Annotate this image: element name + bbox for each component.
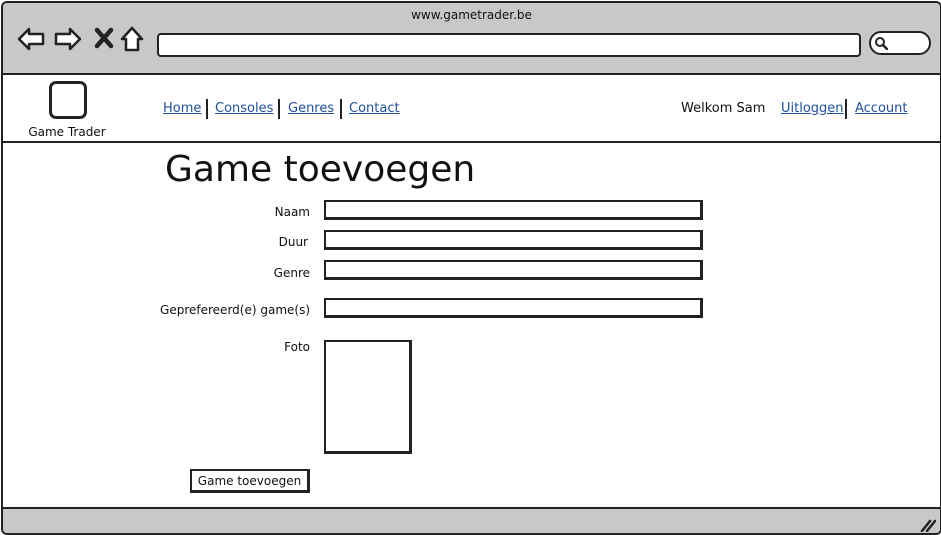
preferred-games-label: Geprefereerd(e) game(s) — [160, 303, 310, 317]
browser-window: www.gametrader.be Game Trader Home Conso… — [1, 1, 941, 535]
resize-grip-icon[interactable] — [920, 518, 936, 532]
photo-upload-box[interactable] — [324, 340, 412, 454]
logo-text: Game Trader — [28, 125, 106, 139]
forward-arrow-icon[interactable] — [54, 25, 82, 53]
duur-input[interactable] — [324, 230, 703, 250]
nav-contact-link[interactable]: Contact — [349, 101, 400, 116]
site-header: Game Trader Home Consoles Genres Contact… — [3, 75, 940, 143]
nav-genres-link[interactable]: Genres — [288, 101, 334, 116]
foto-label: Foto — [284, 340, 310, 354]
nav-separator — [278, 99, 280, 119]
genre-input[interactable] — [324, 260, 703, 280]
logo-icon[interactable] — [49, 81, 87, 119]
logout-link[interactable]: Uitloggen — [781, 101, 844, 116]
naam-input[interactable] — [324, 200, 703, 220]
page-title: Game toevoegen — [165, 149, 476, 190]
nav-home-link[interactable]: Home — [163, 101, 201, 116]
nav-separator — [845, 99, 847, 119]
browser-search-box[interactable] — [869, 31, 931, 55]
window-title-url: www.gametrader.be — [411, 8, 532, 22]
back-arrow-icon[interactable] — [17, 25, 45, 53]
add-game-button[interactable]: Game toevoegen — [190, 469, 310, 493]
nav-consoles-link[interactable]: Consoles — [215, 101, 273, 116]
home-icon[interactable] — [119, 25, 147, 53]
naam-label: Naam — [274, 205, 310, 219]
search-icon — [875, 37, 888, 50]
preferred-games-input[interactable] — [324, 298, 703, 318]
close-icon[interactable] — [91, 25, 119, 53]
account-link[interactable]: Account — [855, 101, 908, 116]
welcome-text: Welkom Sam — [681, 101, 766, 116]
browser-status-bar — [3, 507, 940, 533]
nav-separator — [340, 99, 342, 119]
address-bar[interactable] — [157, 33, 861, 57]
duur-label: Duur — [278, 235, 308, 249]
browser-toolbar: www.gametrader.be — [3, 3, 940, 75]
genre-label: Genre — [273, 266, 310, 280]
nav-separator — [206, 99, 208, 119]
